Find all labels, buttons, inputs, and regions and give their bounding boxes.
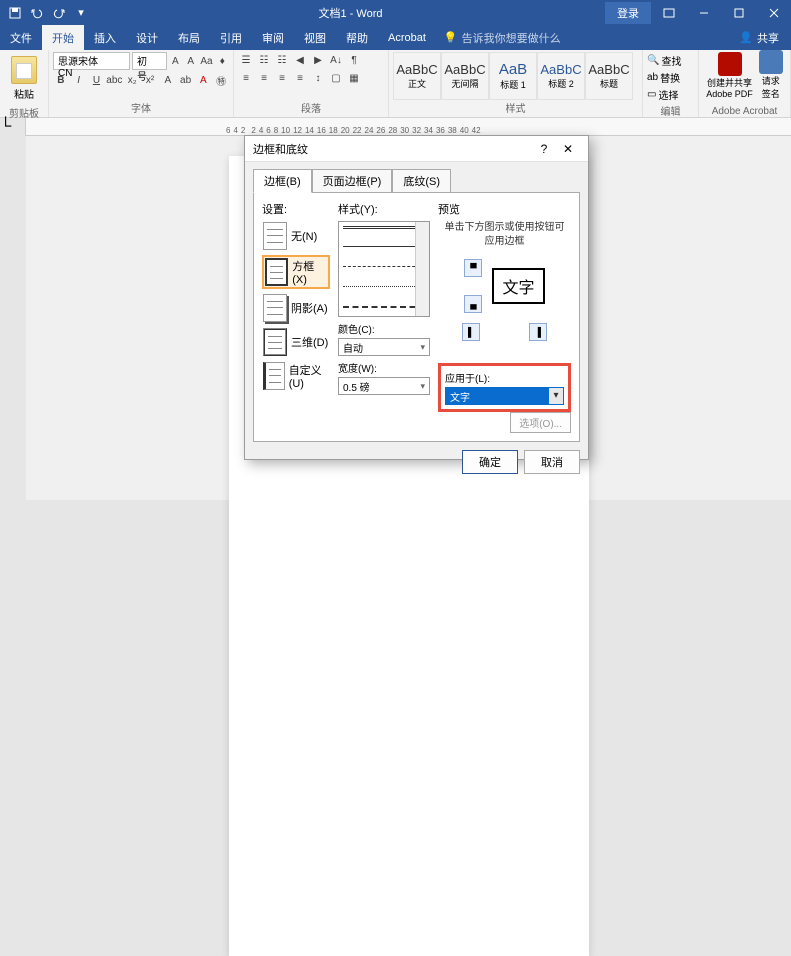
- scrollbar[interactable]: [415, 222, 429, 316]
- options-button[interactable]: 选项(O)...: [510, 412, 571, 433]
- cancel-button[interactable]: 取消: [524, 450, 580, 474]
- borders-shading-dialog: 边框和底纹 ? ✕ 边框(B) 页面边框(P) 底纹(S) 设置: 无(N) 方…: [244, 135, 589, 460]
- border-bottom-toggle[interactable]: ▄: [464, 295, 482, 313]
- color-dropdown[interactable]: 自动: [338, 338, 430, 356]
- style-item[interactable]: [343, 266, 425, 282]
- box-thumb: [265, 258, 288, 286]
- ok-button[interactable]: 确定: [462, 450, 518, 474]
- dialog-titlebar[interactable]: 边框和底纹 ? ✕: [245, 136, 588, 162]
- dialog-close-icon[interactable]: ✕: [556, 139, 580, 159]
- none-thumb: [263, 222, 287, 250]
- width-label: 宽度(W):: [338, 360, 430, 375]
- preview-hint: 单击下方图示或使用按钮可 应用边框: [438, 221, 571, 249]
- style-item[interactable]: [343, 306, 425, 317]
- apply-label: 应用于(L):: [445, 370, 564, 385]
- apply-to-dropdown[interactable]: 文字: [445, 387, 564, 405]
- style-column: 样式(Y): 颜色(C): 自动 宽度(W): 0.5 磅: [338, 201, 430, 433]
- setting-custom[interactable]: 自定义(U): [262, 361, 330, 391]
- dialog-overlay: 边框和底纹 ? ✕ 边框(B) 页面边框(P) 底纹(S) 设置: 无(N) 方…: [0, 0, 791, 500]
- threed-thumb: [263, 328, 287, 356]
- shadow-thumb: [263, 294, 287, 322]
- apply-to-section: 应用于(L): 文字: [438, 363, 571, 412]
- preview-box: 单击下方图示或使用按钮可 应用边框 ▀ ▄ 文字 ▌ ▐: [438, 221, 571, 361]
- dialog-body: 设置: 无(N) 方框(X) 阴影(A) 三维(D): [253, 192, 580, 442]
- dialog-help-icon[interactable]: ?: [532, 139, 556, 159]
- setting-none[interactable]: 无(N): [262, 221, 330, 251]
- preview-column: 预览 单击下方图示或使用按钮可 应用边框 ▀ ▄ 文字 ▌: [438, 201, 571, 433]
- dialog-title: 边框和底纹: [253, 141, 532, 157]
- setting-box[interactable]: 方框(X): [262, 255, 330, 289]
- style-item[interactable]: [343, 246, 425, 262]
- style-label: 样式(Y):: [338, 201, 430, 217]
- color-label: 颜色(C):: [338, 321, 430, 336]
- border-right-toggle[interactable]: ▐: [529, 323, 547, 341]
- dialog-tabs: 边框(B) 页面边框(P) 底纹(S): [245, 162, 588, 192]
- border-left-toggle[interactable]: ▌: [462, 323, 480, 341]
- style-listbox[interactable]: [338, 221, 430, 317]
- settings-column: 设置: 无(N) 方框(X) 阴影(A) 三维(D): [262, 201, 330, 433]
- tab-page-border[interactable]: 页面边框(P): [312, 169, 393, 193]
- dialog-footer: 确定 取消: [245, 450, 588, 482]
- setting-3d[interactable]: 三维(D): [262, 327, 330, 357]
- preview-label: 预览: [438, 201, 571, 217]
- width-dropdown[interactable]: 0.5 磅: [338, 377, 430, 395]
- border-top-toggle[interactable]: ▀: [464, 259, 482, 277]
- tab-borders[interactable]: 边框(B): [253, 169, 312, 193]
- style-item[interactable]: [343, 286, 425, 302]
- style-item[interactable]: [343, 226, 425, 242]
- setting-shadow[interactable]: 阴影(A): [262, 293, 330, 323]
- tab-shading[interactable]: 底纹(S): [392, 169, 451, 193]
- settings-label: 设置:: [262, 201, 330, 217]
- custom-thumb: [263, 362, 285, 390]
- preview-text: 文字: [492, 268, 544, 304]
